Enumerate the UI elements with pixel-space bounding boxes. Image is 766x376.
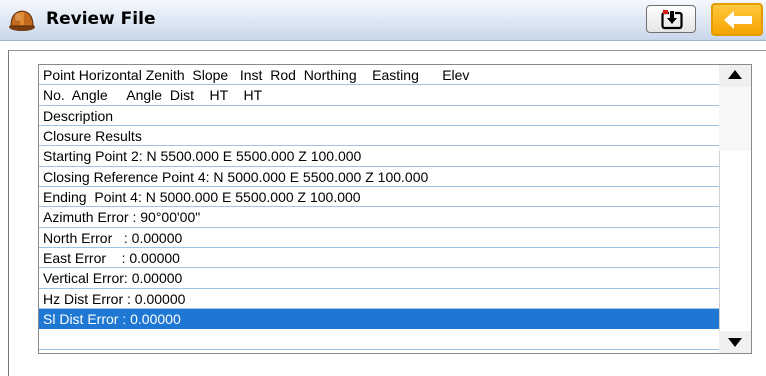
back-button[interactable] bbox=[711, 3, 763, 36]
title-bar: Review File bbox=[0, 0, 766, 41]
list-item[interactable]: Description bbox=[39, 106, 719, 126]
triangle-up-icon bbox=[728, 70, 742, 79]
page-title: Review File bbox=[46, 9, 156, 29]
arrow-left-icon bbox=[724, 11, 752, 29]
list-item[interactable]: Ending Point 4: N 5000.000 E 5500.000 Z … bbox=[39, 187, 719, 208]
scroll-up-button[interactable] bbox=[719, 65, 751, 85]
list-item[interactable]: Closing Reference Point 4: N 5000.000 E … bbox=[39, 167, 719, 187]
list-item[interactable]: Starting Point 2: N 5500.000 E 5500.000 … bbox=[39, 146, 719, 167]
review-list[interactable]: Point Horizontal Zenith Slope Inst Rod N… bbox=[38, 64, 752, 354]
list-item[interactable]: Hz Dist Error : 0.00000 bbox=[39, 289, 719, 309]
list-item[interactable]: Closure Results bbox=[39, 126, 719, 147]
scroll-thumb[interactable] bbox=[719, 87, 751, 151]
scroll-track[interactable] bbox=[719, 151, 751, 331]
list-item[interactable]: Point Horizontal Zenith Slope Inst Rod N… bbox=[39, 65, 719, 86]
hardhat-icon bbox=[8, 7, 36, 33]
list-item[interactable]: Azimuth Error : 90°00'00" bbox=[39, 207, 719, 228]
list-item[interactable]: Sl Dist Error : 0.00000 bbox=[39, 308, 719, 330]
save-button[interactable] bbox=[646, 5, 696, 33]
download-tray-icon bbox=[661, 10, 683, 30]
list-item[interactable]: No. Angle Angle Dist HT HT bbox=[39, 85, 719, 106]
vertical-scrollbar[interactable] bbox=[719, 65, 751, 353]
list-item[interactable]: North Error : 0.00000 bbox=[39, 228, 719, 248]
review-rows: Point Horizontal Zenith Slope Inst Rod N… bbox=[39, 65, 719, 350]
list-item[interactable]: Vertical Error: 0.00000 bbox=[39, 268, 719, 289]
scroll-down-button[interactable] bbox=[719, 333, 751, 353]
triangle-down-icon bbox=[728, 338, 742, 347]
list-item[interactable] bbox=[39, 329, 719, 350]
list-item[interactable]: East Error : 0.00000 bbox=[39, 248, 719, 269]
